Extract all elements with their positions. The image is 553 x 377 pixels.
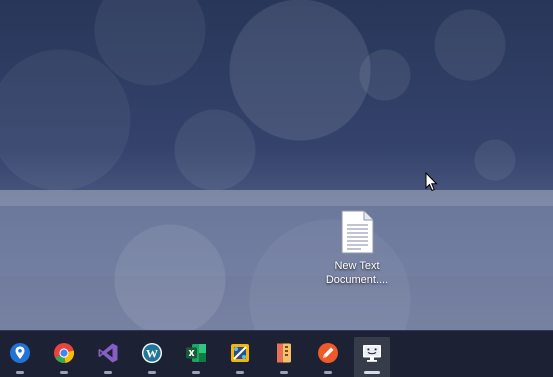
taskbar-app-excel[interactable] <box>178 337 214 377</box>
running-indicator <box>104 371 112 374</box>
mouse-pointer-icon <box>425 172 438 192</box>
snipping-tool-icon <box>231 344 249 362</box>
label-line: Document.... <box>325 274 389 286</box>
taskbar: W <box>0 330 553 377</box>
taskbar-app-wordpress[interactable]: W <box>134 337 170 377</box>
remote-desktop-icon <box>363 345 381 362</box>
wallpaper-band <box>0 206 553 276</box>
wordpress-icon: W <box>142 343 162 363</box>
pen-icon <box>318 343 338 363</box>
taskbar-app-archive[interactable] <box>266 337 302 377</box>
taskbar-app-pen[interactable] <box>310 337 346 377</box>
desktop-background[interactable]: New Text Document.... <box>0 0 553 330</box>
excel-icon <box>186 344 206 362</box>
visual-studio-icon <box>98 343 118 363</box>
running-indicator <box>16 371 24 374</box>
running-indicator <box>192 371 200 374</box>
taskbar-app-chrome[interactable] <box>46 337 82 377</box>
chrome-icon <box>54 343 75 364</box>
archive-icon <box>277 343 291 363</box>
running-indicator <box>236 371 244 374</box>
running-indicator <box>60 371 68 374</box>
wallpaper-band <box>0 276 553 330</box>
text-file-icon <box>341 210 374 254</box>
running-indicator <box>364 371 380 374</box>
taskbar-app-visual-studio[interactable] <box>90 337 126 377</box>
running-indicator <box>324 371 332 374</box>
running-indicator <box>148 371 156 374</box>
label-line: New Text <box>334 260 380 272</box>
taskbar-app-maps[interactable] <box>2 337 38 377</box>
wallpaper-band <box>0 190 553 206</box>
taskbar-app-snipping-tool[interactable] <box>222 337 258 377</box>
svg-text:W: W <box>146 347 158 361</box>
maps-pin-icon <box>10 343 30 363</box>
desktop-icon-text-document[interactable]: New Text Document.... <box>317 208 397 290</box>
taskbar-app-remote-desktop[interactable] <box>354 337 390 377</box>
desktop-icon-label: New Text Document.... <box>317 259 397 287</box>
running-indicator <box>280 371 288 374</box>
